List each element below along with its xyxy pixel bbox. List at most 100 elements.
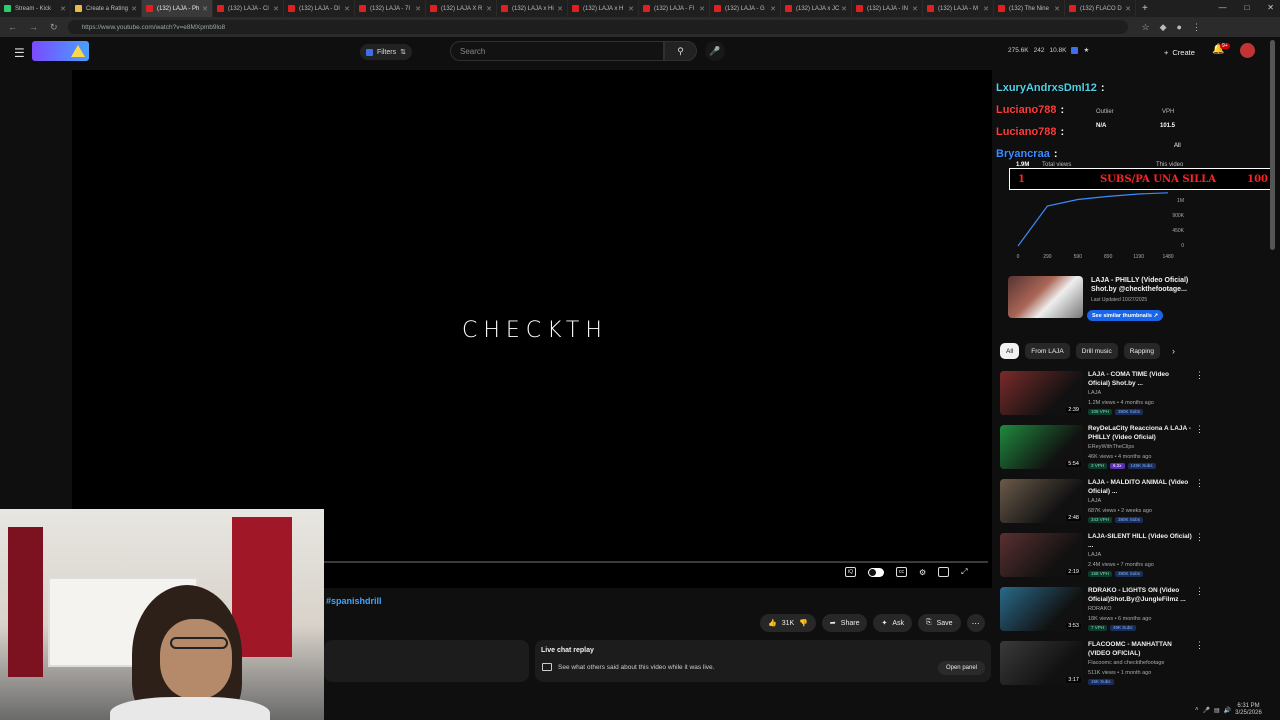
browser-tab[interactable]: Stream - Kick ✕ [0, 0, 71, 17]
recommendation-item[interactable]: 2:48 LAJA - MALDITO ANIMAL (Video Oficial… [1000, 476, 1204, 530]
menu-icon[interactable]: ☰ [14, 46, 25, 60]
description-box[interactable] [324, 640, 529, 682]
browser-tab[interactable]: (132) LAJA - M ✕ [923, 0, 994, 17]
more-options-icon[interactable]: ⋮ [1195, 532, 1204, 543]
more-options-icon[interactable]: ⋮ [1195, 424, 1204, 435]
channel-name[interactable]: RDRAKO [1088, 606, 1112, 612]
browser-tab[interactable]: (132) LAJA - Fl ✕ [639, 0, 710, 17]
close-tab-icon[interactable]: ✕ [486, 5, 492, 13]
bookmark-star-icon[interactable]: ☆ [1142, 22, 1150, 33]
close-tab-icon[interactable]: ✕ [131, 5, 137, 13]
browser-tab[interactable]: (132) LAJA x H ✕ [568, 0, 639, 17]
chip-drill-music[interactable]: Drill music [1075, 343, 1118, 359]
profile-icon[interactable]: ● [1177, 22, 1182, 33]
close-tab-icon[interactable]: ✕ [557, 5, 563, 13]
url-field[interactable]: https://www.youtube.com/watch?v=e8MXpmb9… [67, 20, 1128, 34]
minimize-icon[interactable]: — [1218, 3, 1226, 12]
chevron-up-icon[interactable]: ˄ [1195, 707, 1199, 713]
video-thumbnail[interactable]: 2:48 [1000, 479, 1083, 523]
ask-button[interactable]: ✦ Ask [873, 614, 913, 632]
video-thumbnail[interactable]: 2:39 [1000, 371, 1083, 415]
browser-tab[interactable]: (132) LAJA X R ✕ [426, 0, 497, 17]
browser-tab[interactable]: (132) LAJA - IN ✕ [852, 0, 923, 17]
video-hashtag[interactable]: #spanishdrill [326, 596, 382, 606]
reload-icon[interactable]: ↻ [50, 22, 58, 33]
more-options-icon[interactable]: ⋮ [1195, 478, 1204, 489]
more-actions-icon[interactable]: ⋯ [966, 614, 985, 632]
dislike-icon[interactable]: 👎 [799, 619, 808, 627]
like-button[interactable]: 👍 31K 👎 [760, 614, 816, 632]
filters-button[interactable]: Filters ⇅ [360, 44, 412, 60]
browser-tab[interactable]: (132) FLACO D ✕ [1065, 0, 1136, 17]
video-title[interactable]: ReyDeLaCity Reacciona A LAJA - PHILLY (V… [1088, 424, 1192, 442]
recommendation-item[interactable]: 2:19 LAJA-SILENT HILL (Video Oficial) ...… [1000, 530, 1204, 584]
vidiq-icon[interactable] [1071, 46, 1079, 54]
extensions-icon[interactable]: ◆ [1160, 22, 1167, 33]
close-tab-icon[interactable]: ✕ [344, 5, 350, 13]
close-icon[interactable]: ✕ [1267, 3, 1274, 12]
settings-gear-icon[interactable]: ⚙ [919, 568, 926, 577]
maximize-icon[interactable]: □ [1244, 3, 1249, 12]
video-thumbnail[interactable]: 5:54 [1000, 425, 1083, 469]
channel-logo[interactable] [32, 41, 89, 61]
channel-name[interactable]: LAJA [1088, 552, 1101, 558]
browser-tab[interactable]: (132) LAJA - Cl ✕ [213, 0, 284, 17]
search-input[interactable]: Search [450, 41, 664, 61]
voice-search-button[interactable]: 🎤 [705, 41, 725, 61]
browser-menu-icon[interactable]: ⋮ [1192, 22, 1201, 33]
back-icon[interactable]: ← [8, 22, 17, 33]
browser-tab[interactable]: (132) LAJA x JC ✕ [781, 0, 852, 17]
browser-tab[interactable]: (132) LAJA - G ✕ [710, 0, 781, 17]
video-title[interactable]: LAJA - COMA TIME (Video Oficial) Shot.by… [1088, 370, 1192, 388]
chip-rapping[interactable]: Rapping [1123, 343, 1160, 359]
close-tab-icon[interactable]: ✕ [273, 5, 279, 13]
video-thumbnail[interactable]: 2:19 [1000, 533, 1083, 577]
trophy-icon[interactable]: ★ [1083, 46, 1089, 54]
mic-tray-icon[interactable]: 🎤 [1203, 707, 1210, 714]
browser-tab[interactable]: (132) LAJA - 7I ✕ [355, 0, 426, 17]
channel-name[interactable]: Flacoomc and checkthefootage [1088, 660, 1164, 666]
network-icon[interactable]: ▤ [1214, 707, 1220, 714]
fullscreen-icon[interactable]: ⤢ [961, 567, 967, 577]
create-button[interactable]: + Create [1158, 43, 1201, 61]
video-thumbnail[interactable]: 3:53 [1000, 587, 1083, 631]
channel-name[interactable]: LAJA [1088, 498, 1101, 504]
volume-icon[interactable]: 🔊 [1224, 707, 1231, 714]
thumbnail-card[interactable]: LAJA - PHILLY (Video Oficial) Shot.by @c… [1008, 275, 1198, 325]
more-options-icon[interactable]: ⋮ [1195, 586, 1204, 597]
new-tab-icon[interactable]: + [1142, 3, 1148, 14]
video-progress-bar[interactable] [324, 561, 988, 563]
chip-from-laja[interactable]: From LAJA [1025, 343, 1070, 359]
vidiq-player-icon[interactable]: iQ [845, 567, 856, 577]
close-tab-icon[interactable]: ✕ [912, 5, 918, 13]
video-title[interactable]: FLACOOMC - MANHATTAN (VIDEO OFICIAL) [1088, 640, 1192, 658]
recommendation-item[interactable]: 2:39 LAJA - COMA TIME (Video Oficial) Sho… [1000, 368, 1204, 422]
more-options-icon[interactable]: ⋮ [1195, 640, 1204, 651]
recommendation-item[interactable]: 5:54 ReyDeLaCity Reacciona A LAJA - PHILL… [1000, 422, 1204, 476]
video-thumbnail[interactable]: 3:17 [1000, 641, 1083, 685]
save-button[interactable]: ⎘ Save [918, 614, 961, 632]
close-tab-icon[interactable]: ✕ [628, 5, 634, 13]
close-tab-icon[interactable]: ✕ [699, 5, 705, 13]
video-title[interactable]: LAJA - MALDITO ANIMAL (Video Oficial) ..… [1088, 478, 1192, 496]
similar-thumbnails-button[interactable]: See similar thumbnails ↗ [1087, 310, 1164, 321]
miniplayer-icon[interactable] [938, 567, 950, 577]
share-button[interactable]: ➦ Share [821, 614, 868, 632]
close-tab-icon[interactable]: ✕ [1054, 5, 1060, 13]
thumbnail-image[interactable] [1008, 276, 1083, 318]
close-tab-icon[interactable]: ✕ [415, 5, 421, 13]
autoplay-toggle[interactable] [868, 567, 884, 577]
close-tab-icon[interactable]: ✕ [202, 5, 208, 13]
search-button[interactable]: ⚲ [664, 41, 697, 61]
channel-name[interactable]: EReyWithTheClips [1088, 444, 1134, 450]
open-panel-button[interactable]: Open panel [937, 661, 985, 675]
close-tab-icon[interactable]: ✕ [770, 5, 776, 13]
browser-tab[interactable]: (132) LAJA x Hi ✕ [497, 0, 568, 17]
browser-tab[interactable]: (132) LAJA - Dl ✕ [284, 0, 355, 17]
close-tab-icon[interactable]: ✕ [983, 5, 989, 13]
close-tab-icon[interactable]: ✕ [1125, 5, 1131, 13]
chevron-right-icon[interactable]: › [1172, 346, 1175, 356]
video-title[interactable]: LAJA-SILENT HILL (Video Oficial) ... [1088, 532, 1192, 550]
account-avatar[interactable] [1240, 43, 1255, 58]
close-tab-icon[interactable]: ✕ [841, 5, 847, 13]
